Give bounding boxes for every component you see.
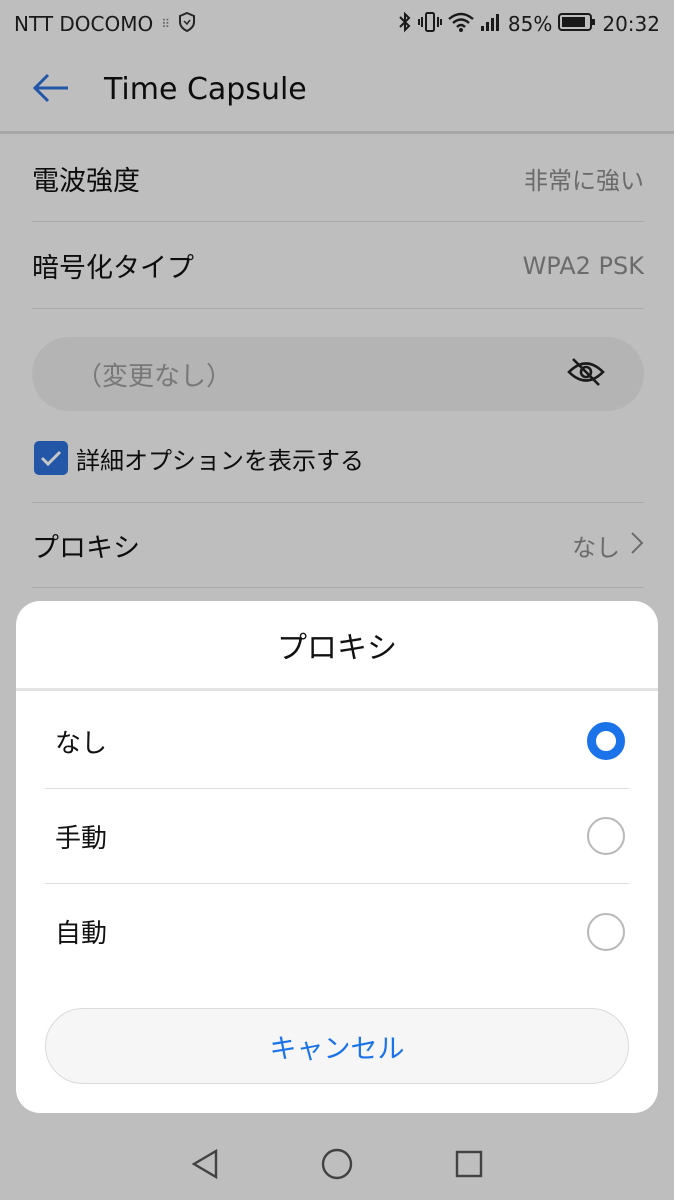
cancel-button[interactable]: キャンセル	[45, 1008, 629, 1084]
option-label: 自動	[55, 919, 108, 949]
proxy-option-manual[interactable]: 手動	[45, 789, 629, 884]
radio-selected-icon[interactable]	[587, 722, 625, 760]
radio-unselected-icon[interactable]	[587, 912, 625, 951]
radio-unselected-icon[interactable]	[587, 817, 625, 855]
proxy-option-auto[interactable]: 自動	[45, 884, 629, 979]
proxy-dialog: プロキシ なし 手動 自動 キャンセル	[16, 601, 658, 1113]
option-label: 手動	[55, 823, 108, 854]
proxy-option-none[interactable]: なし	[45, 694, 629, 789]
option-label: なし	[55, 728, 108, 759]
dialog-title: プロキシ	[16, 601, 658, 691]
